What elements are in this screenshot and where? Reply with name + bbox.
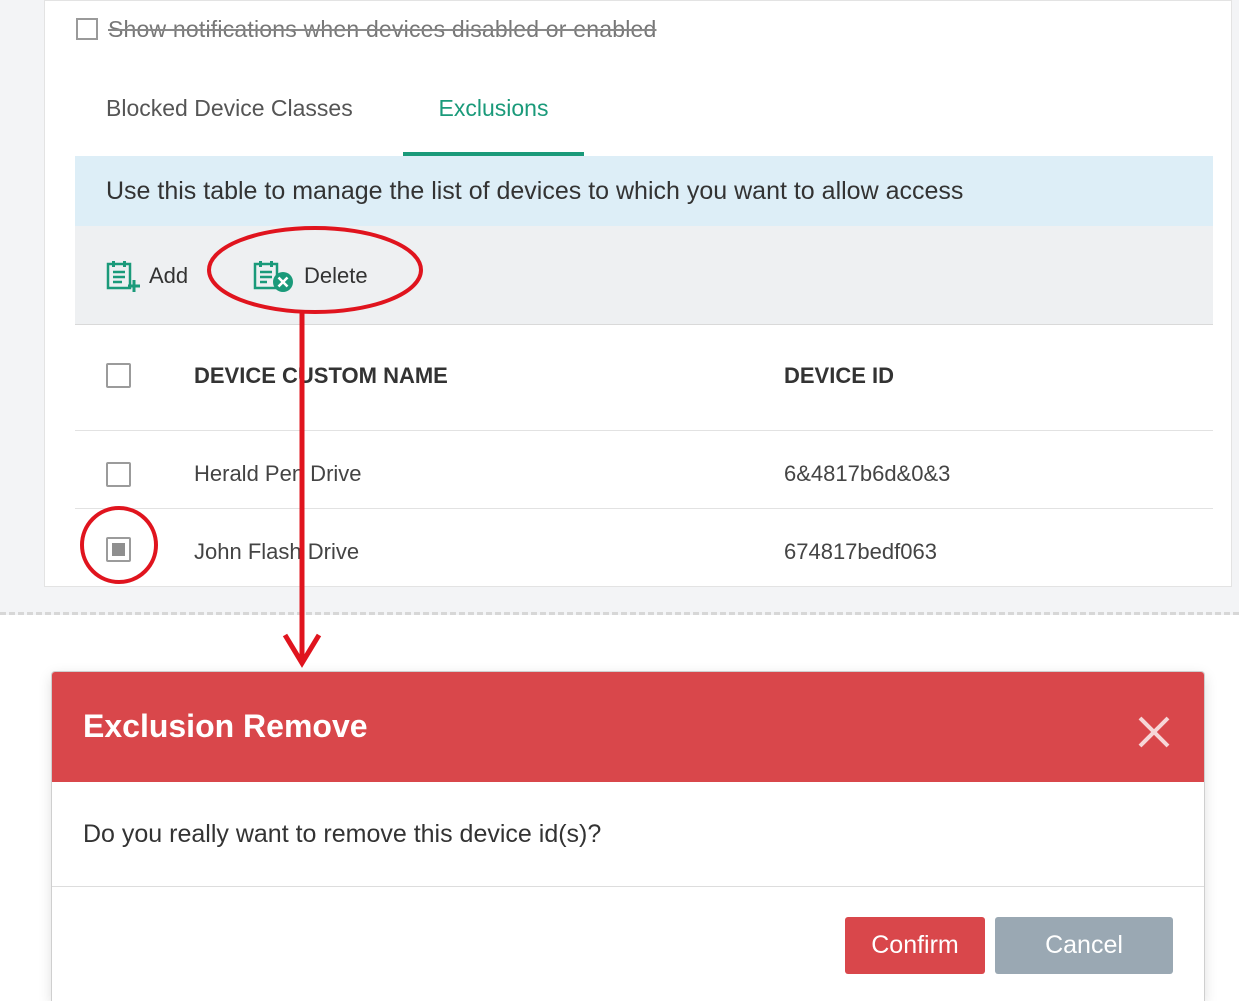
table-header: DEVICE CUSTOM NAME DEVICE ID bbox=[75, 324, 1213, 431]
notification-option[interactable]: Show notifications when devices disabled… bbox=[76, 14, 657, 44]
tab-blocked-device-classes[interactable]: Blocked Device Classes bbox=[87, 78, 387, 156]
dialog-message: Do you really want to remove this device… bbox=[83, 820, 602, 848]
tab-exclusions[interactable]: Exclusions bbox=[403, 78, 584, 156]
table-row[interactable]: Herald Pen Drive 6&4817b6d&0&3 bbox=[75, 431, 1213, 509]
annotation-arrow-head bbox=[282, 633, 322, 668]
column-header-device-id[interactable]: DEVICE ID bbox=[784, 363, 894, 389]
close-icon[interactable] bbox=[1134, 712, 1174, 752]
dialog-body: Do you really want to remove this device… bbox=[52, 782, 1204, 887]
confirm-button[interactable]: Confirm bbox=[845, 917, 985, 974]
row-checkbox-selected[interactable] bbox=[106, 537, 131, 562]
table-row[interactable]: John Flash Drive 674817bedf063 bbox=[75, 509, 1213, 586]
list-delete-icon bbox=[252, 259, 296, 293]
device-id-cell: 674817bedf063 bbox=[784, 539, 937, 564]
toolbar: Add Delete bbox=[75, 226, 1213, 325]
add-button-label: Add bbox=[149, 263, 189, 288]
exclusions-table: DEVICE CUSTOM NAME DEVICE ID Herald Pen … bbox=[75, 324, 1213, 586]
dialog-footer: Confirm Cancel bbox=[52, 887, 1204, 1001]
notification-checkbox[interactable] bbox=[76, 18, 98, 40]
column-header-device-custom-name[interactable]: DEVICE CUSTOM NAME bbox=[194, 363, 448, 389]
info-bar-text: Use this table to manage the list of dev… bbox=[106, 176, 964, 205]
device-name-cell: Herald Pen Drive bbox=[194, 461, 362, 486]
tab-bar: Blocked Device Classes Exclusions bbox=[75, 78, 1215, 156]
notification-label: Show notifications when devices disabled… bbox=[108, 15, 657, 42]
cancel-button[interactable]: Cancel bbox=[995, 917, 1173, 974]
add-button[interactable]: Add bbox=[105, 256, 188, 296]
list-add-icon bbox=[105, 259, 141, 293]
devices-panel-screenshot: Show notifications when devices disabled… bbox=[0, 0, 1239, 615]
device-name-cell: John Flash Drive bbox=[194, 539, 360, 564]
exclusion-remove-dialog: Exclusion Remove Do you really want to r… bbox=[52, 672, 1204, 1001]
info-bar: Use this table to manage the list of dev… bbox=[75, 156, 1213, 226]
delete-button[interactable]: Delete bbox=[252, 256, 368, 296]
device-id-cell: 6&4817b6d&0&3 bbox=[784, 461, 951, 486]
dialog-title: Exclusion Remove bbox=[83, 708, 368, 744]
dialog-header: Exclusion Remove bbox=[52, 672, 1204, 782]
row-checkbox[interactable] bbox=[106, 462, 131, 487]
select-all-checkbox[interactable] bbox=[106, 363, 131, 388]
delete-button-label: Delete bbox=[304, 263, 368, 288]
